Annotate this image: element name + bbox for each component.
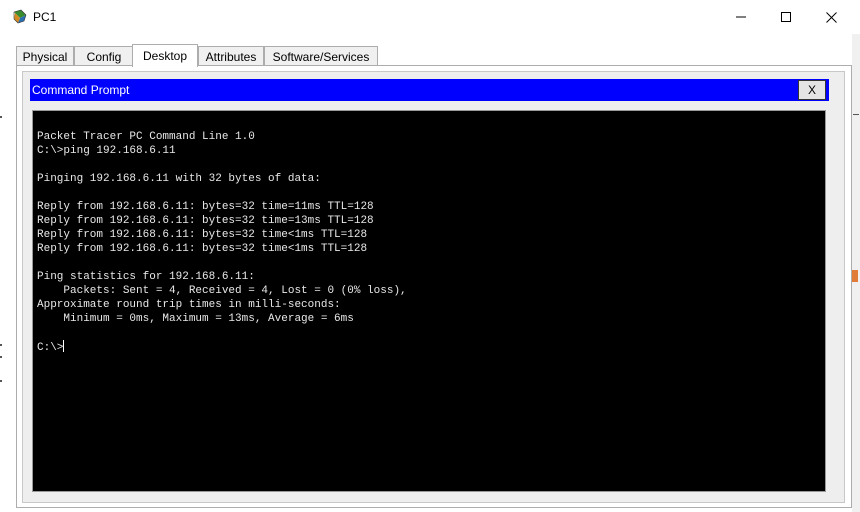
terminal-line: Approximate round trip times in milli-se… <box>37 299 341 311</box>
background-window-right-edge <box>852 34 860 512</box>
packet-tracer-pc-icon <box>12 9 28 25</box>
tab-bar: Physical Config Desktop Attributes Softw… <box>6 34 852 67</box>
minimize-icon <box>736 12 746 22</box>
terminal-line: Reply from 192.168.6.11: bytes=32 time<1… <box>37 243 368 255</box>
command-prompt-close-button[interactable]: X <box>798 80 826 100</box>
terminal-line: Ping statistics for 192.168.6.11: <box>37 271 255 283</box>
terminal-prompt-line[interactable]: C:\> <box>37 340 407 354</box>
window-title-bar: PC1 <box>0 0 860 34</box>
tab-physical[interactable]: Physical <box>16 46 74 66</box>
terminal-line: C:\>ping 192.168.6.11 <box>37 145 176 157</box>
terminal-line: Reply from 192.168.6.11: bytes=32 time=1… <box>37 215 374 227</box>
tab-config[interactable]: Config <box>74 46 134 66</box>
terminal-line: Reply from 192.168.6.11: bytes=32 time=1… <box>37 201 374 213</box>
close-button[interactable] <box>808 0 854 34</box>
window-title: PC1 <box>33 10 57 24</box>
terminal-line: Minimum = 0ms, Maximum = 13ms, Average =… <box>37 313 354 325</box>
command-prompt-window: Command Prompt X Packet Tracer PC Comman… <box>22 71 845 503</box>
terminal-prompt: C:\> <box>37 342 64 354</box>
background-window-left-edge <box>0 34 6 512</box>
tab-attributes[interactable]: Attributes <box>198 46 264 66</box>
terminal-line: Packet Tracer PC Command Line 1.0 <box>37 131 255 143</box>
close-icon <box>825 11 837 23</box>
terminal-lines: Packet Tracer PC Command Line 1.0 C:\>pi… <box>37 130 407 354</box>
maximize-button[interactable] <box>763 0 809 34</box>
desktop-panel: Command Prompt X Packet Tracer PC Comman… <box>16 65 852 508</box>
terminal-line: Packets: Sent = 4, Received = 4, Lost = … <box>37 285 407 297</box>
maximize-icon <box>781 12 791 22</box>
tab-software-services[interactable]: Software/Services <box>264 46 378 66</box>
text-cursor <box>63 340 65 352</box>
terminal-line: Pinging 192.168.6.11 with 32 bytes of da… <box>37 173 321 185</box>
minimize-button[interactable] <box>718 0 764 34</box>
terminal-output[interactable]: Packet Tracer PC Command Line 1.0 C:\>pi… <box>32 110 826 492</box>
command-prompt-title-bar: Command Prompt X <box>30 79 829 101</box>
terminal-line: Reply from 192.168.6.11: bytes=32 time<1… <box>37 229 368 241</box>
command-prompt-title: Command Prompt <box>32 83 130 97</box>
tab-desktop[interactable]: Desktop <box>132 44 198 67</box>
